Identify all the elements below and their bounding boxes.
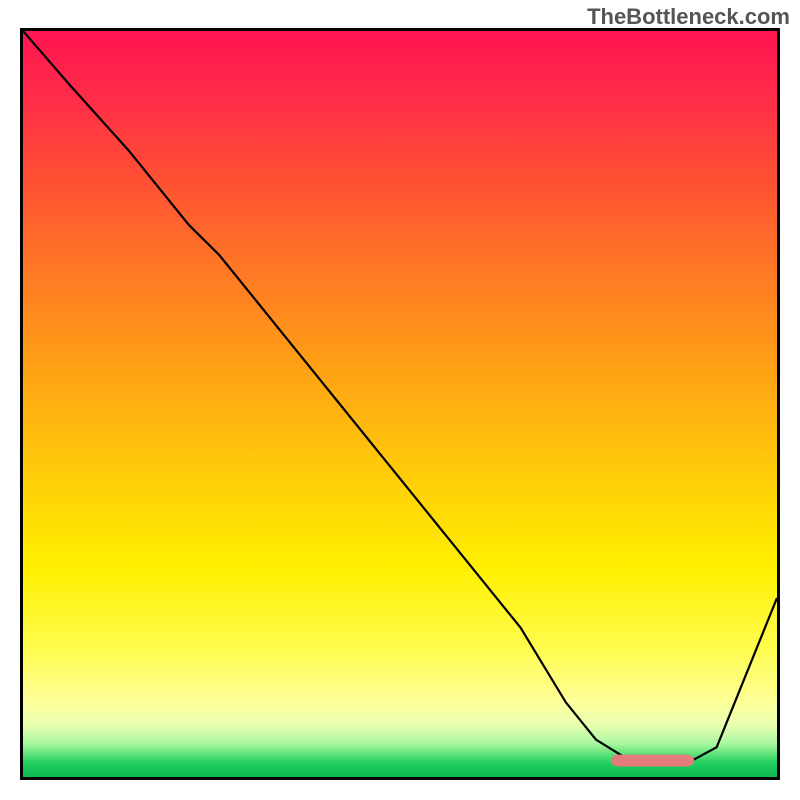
watermark-text: TheBottleneck.com — [587, 4, 790, 30]
plot-area — [20, 28, 780, 780]
bottleneck-curve — [23, 31, 777, 764]
optimal-range-marker — [611, 755, 694, 767]
chart-svg — [23, 31, 777, 777]
chart-container: TheBottleneck.com — [0, 0, 800, 800]
